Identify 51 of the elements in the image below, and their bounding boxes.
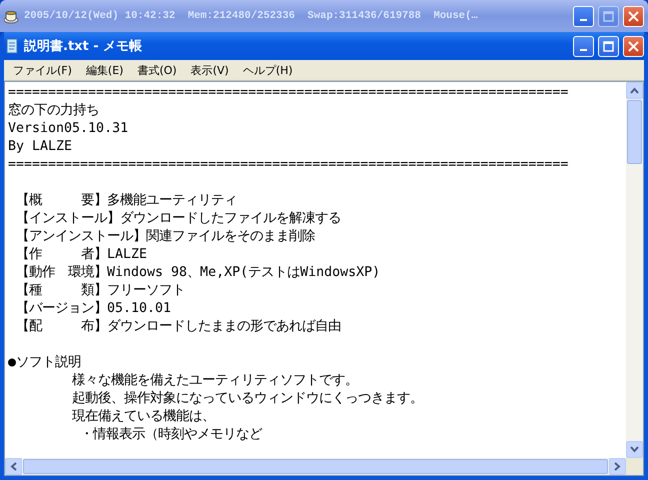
window-title: 2005/10/12(Wed) 10:42:32 Mem:212480/252336 Swap:311436/619788 Mouse(…: [24, 10, 479, 22]
left-chevron-icon: [10, 462, 17, 471]
close-button[interactable]: [623, 36, 644, 56]
scroll-thumb[interactable]: [627, 100, 642, 164]
scroll-up-button[interactable]: [626, 82, 643, 99]
minimize-icon: [580, 19, 587, 21]
minimize-button[interactable]: [573, 6, 594, 26]
text-line: 窓の下の力持ち: [8, 102, 100, 120]
horizontal-scrollbar[interactable]: [5, 458, 626, 475]
menu-item[interactable]: 表示(V): [186, 62, 234, 78]
minimize-icon: [580, 49, 587, 51]
right-chevron-icon: [614, 462, 621, 471]
close-button[interactable]: [623, 6, 644, 26]
text-line: 様々な機能を備えたユーティリティソフトです。: [71, 372, 360, 390]
text-line: ・情報表示（時刻やメモリなど: [79, 426, 264, 444]
scroll-thumb[interactable]: [23, 459, 608, 474]
close-icon: [628, 10, 639, 22]
scroll-left-button[interactable]: [5, 458, 22, 475]
text-line: 起動後、操作対象になっているウィンドウにくっつきます。: [71, 390, 424, 408]
resize-grip[interactable]: [626, 458, 643, 475]
minimize-button[interactable]: [573, 36, 594, 56]
close-icon: [628, 40, 639, 52]
text-line: ●ソフト説明: [8, 354, 82, 372]
text-line: 【種 類】フリーソフト: [15, 282, 186, 300]
vertical-scrollbar[interactable]: [626, 82, 643, 458]
menu-item[interactable]: 編集(E): [80, 62, 128, 78]
text-line: 【アンインストール】関連ファイルをそのまま削除: [15, 228, 316, 246]
text-line: Version05.10.31: [8, 120, 130, 138]
text-line: ======================================================================: [8, 84, 570, 102]
text-line: By LALZE: [8, 138, 74, 156]
text-line: 【動作 環境】Windows 98、Me,XP(テストはWindowsXP): [15, 264, 382, 282]
maximize-icon: [603, 40, 614, 52]
down-chevron-icon: [630, 446, 639, 453]
menu-item[interactable]: 書式(O): [132, 62, 182, 78]
text-line: 現在備えている機能は、: [71, 408, 216, 426]
text-line: 【バージョン】05.10.01: [15, 300, 172, 318]
notepad-icon: [4, 38, 20, 54]
text-line: 【概 要】多機能ユーティリティ: [15, 192, 238, 210]
scroll-right-button[interactable]: [609, 458, 626, 475]
maximize-icon: [603, 10, 614, 22]
text-line: 【インストール】ダウンロードしたファイルを解凍する: [15, 210, 342, 228]
text-line: ======================================================================: [8, 156, 570, 174]
menu-item[interactable]: ヘルプ(H): [238, 62, 298, 78]
text-line: 【作 者】LALZE: [15, 246, 148, 264]
menu-item[interactable]: ファイル(F): [8, 62, 77, 78]
scroll-down-button[interactable]: [626, 441, 643, 458]
teacup-icon: [4, 8, 20, 24]
maximize-button[interactable]: [598, 36, 619, 56]
text-line: 【配 布】ダウンロードしたままの形であれば自由: [15, 318, 342, 336]
window-title: 説明書.txt - メモ帳: [24, 38, 144, 55]
up-chevron-icon: [630, 87, 639, 94]
